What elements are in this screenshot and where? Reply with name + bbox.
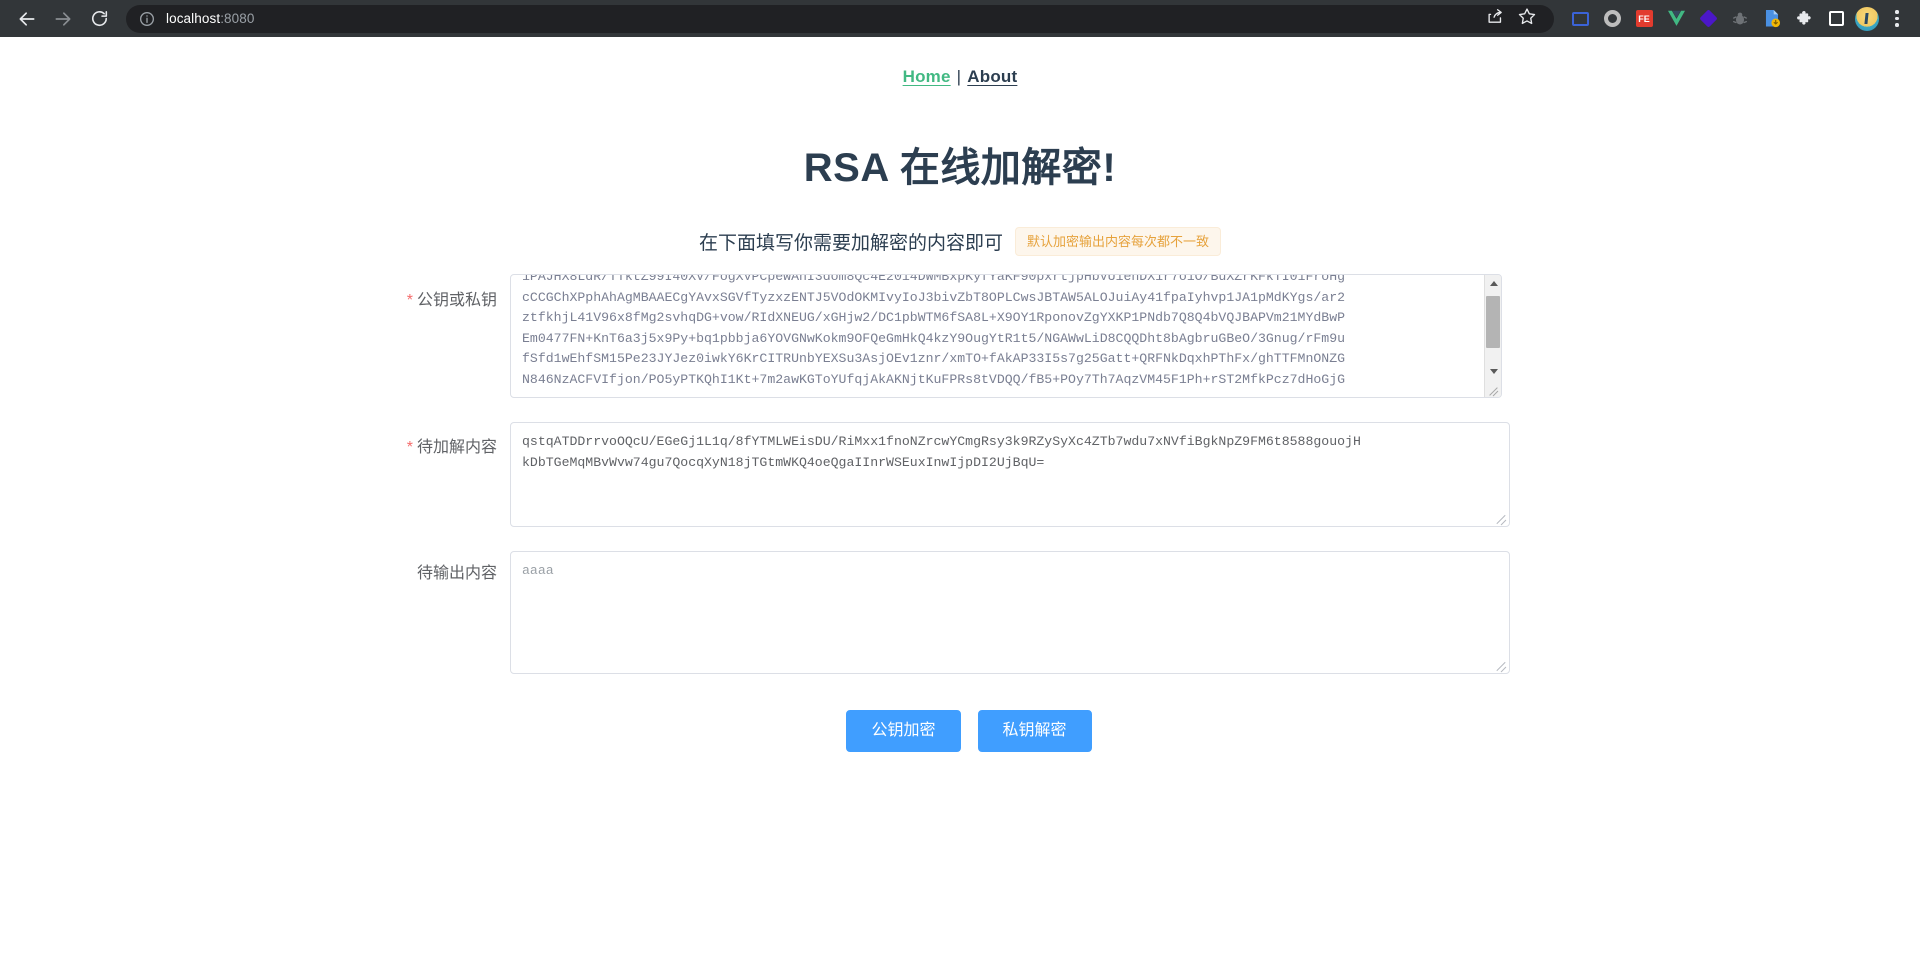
diamond-extension-icon[interactable] xyxy=(1694,5,1722,33)
field-input: qstqATDDrrvoOQcU/EGeGj1L1q/8fYTMLWEisDU/… xyxy=(510,422,1510,527)
vue-devtools-icon[interactable] xyxy=(1662,5,1690,33)
profile-avatar xyxy=(1855,6,1879,31)
forward-arrow-icon xyxy=(53,9,73,29)
back-arrow-icon xyxy=(17,9,37,29)
folder-extension-icon[interactable] xyxy=(1566,5,1594,33)
sidepanel-icon[interactable] xyxy=(1822,5,1850,33)
url-port: :8080 xyxy=(220,11,255,26)
key-textarea-scrollbar[interactable] xyxy=(1484,275,1501,397)
profile-button[interactable] xyxy=(1852,4,1882,34)
scroll-down-arrow-icon[interactable] xyxy=(1485,363,1501,380)
label-key-text: 公钥或私钥 xyxy=(416,292,497,309)
subtitle-row: 在下面填写你需要加解密的内容即可 默认加密输出内容每次都不一致 xyxy=(0,227,1920,256)
label-input-text: 待加解内容 xyxy=(416,439,497,456)
page-content: Home | About RSA 在线加解密! 在下面填写你需要加解密的内容即可 默… xyxy=(0,37,1920,973)
label-output-text: 待输出内容 xyxy=(416,565,497,582)
site-info-icon[interactable] xyxy=(138,10,156,28)
url-host: localhost xyxy=(166,11,221,26)
fe-extension-icon[interactable]: FE xyxy=(1630,5,1658,33)
form-row-input: * 待加解内容 qstqATDDrrvoOQcU/EGeGj1L1q/8fYTML… xyxy=(0,422,1920,527)
key-textarea-value: 1PAJHX8LdR/TTktZ99I40XV/FogXVPCpewAhI3do… xyxy=(522,274,1346,387)
address-bar[interactable]: localhost:8080 xyxy=(126,4,1554,34)
scrollbar-corner xyxy=(1485,380,1501,397)
extensions-strip: FE xyxy=(1566,5,1850,33)
form-row-key: * 公钥或私钥 1PAJHX8LdR/TTktZ99I40XV/FogXVPCpe… xyxy=(0,274,1920,398)
scroll-up-arrow-icon[interactable] xyxy=(1485,275,1501,292)
content-textarea[interactable]: qstqATDDrrvoOQcU/EGeGj1L1q/8fYTMLWEisDU/… xyxy=(510,422,1510,527)
encrypt-button[interactable]: 公钥加密 xyxy=(846,710,961,752)
url-text: localhost:8080 xyxy=(166,11,254,26)
fe-extension-label: FE xyxy=(1635,10,1653,27)
puzzle-extensions-button[interactable] xyxy=(1790,5,1818,33)
nav-link-home[interactable]: Home xyxy=(903,67,951,86)
key-textarea[interactable]: 1PAJHX8LdR/TTktZ99I40XV/FogXVPCpewAhI3do… xyxy=(510,274,1502,398)
decrypt-button[interactable]: 私钥解密 xyxy=(977,710,1092,752)
field-output: aaaa xyxy=(510,551,1510,674)
content-textarea-value: qstqATDDrrvoOQcU/EGeGj1L1q/8fYTMLWEisDU/… xyxy=(522,434,1361,470)
required-asterisk: * xyxy=(406,292,413,309)
forward-button[interactable] xyxy=(46,2,80,36)
label-key: * 公钥或私钥 xyxy=(0,274,510,313)
status-badge: 默认加密输出内容每次都不一致 xyxy=(1015,227,1222,256)
label-input: * 待加解内容 xyxy=(0,422,510,460)
circle-extension-icon[interactable] xyxy=(1598,5,1626,33)
bookmark-button[interactable] xyxy=(1512,4,1542,34)
back-button[interactable] xyxy=(10,2,44,36)
nav-separator: | xyxy=(956,67,962,86)
page-title: RSA 在线加解密! xyxy=(803,146,1117,190)
download-doc-icon[interactable] xyxy=(1758,5,1786,33)
three-dot-menu-icon[interactable] xyxy=(1884,10,1910,27)
bug-extension-icon[interactable] xyxy=(1726,5,1754,33)
output-textarea-resize-grip[interactable] xyxy=(1494,658,1508,673)
content-textarea-resize-grip[interactable] xyxy=(1494,511,1508,526)
site-nav: Home | About xyxy=(0,37,1920,87)
label-output: 待输出内容 xyxy=(0,551,510,586)
nav-link-about[interactable]: About xyxy=(967,67,1017,86)
star-icon xyxy=(1518,7,1536,30)
field-key: 1PAJHX8LdR/TTktZ99I40XV/FogXVPCpewAhI3do… xyxy=(510,274,1502,398)
browser-toolbar: localhost:8080 FE xyxy=(0,0,1920,37)
subtitle-text: 在下面填写你需要加解密的内容即可 xyxy=(698,233,1003,254)
rsa-form: * 公钥或私钥 1PAJHX8LdR/TTktZ99I40XV/FogXVPCpe… xyxy=(0,274,1920,752)
share-icon xyxy=(1487,8,1504,30)
form-actions: 公钥加密 私钥解密 xyxy=(0,710,1920,752)
scrollbar-thumb[interactable] xyxy=(1486,296,1500,348)
output-textarea[interactable]: aaaa xyxy=(510,551,1510,674)
omnibox-actions xyxy=(1472,4,1542,34)
reload-button[interactable] xyxy=(82,2,116,36)
share-button[interactable] xyxy=(1480,4,1510,34)
required-asterisk: * xyxy=(406,439,413,456)
reload-icon xyxy=(90,9,109,28)
output-textarea-value: aaaa xyxy=(522,563,554,578)
form-row-output: 待输出内容 aaaa xyxy=(0,551,1920,674)
